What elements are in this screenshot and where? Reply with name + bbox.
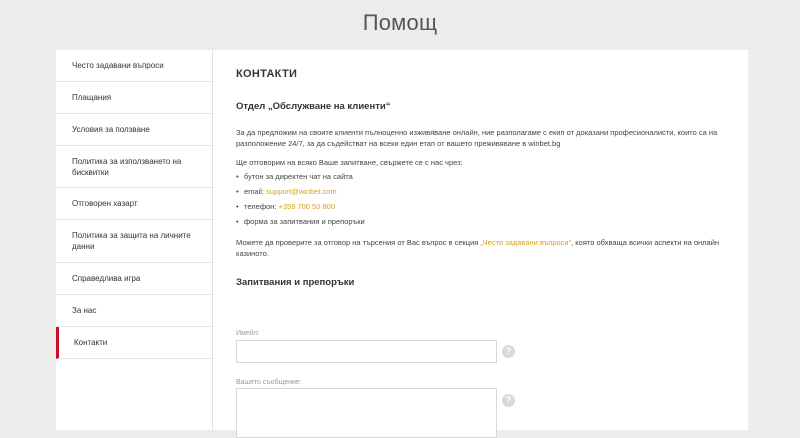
email-help-icon[interactable]: ?	[502, 345, 515, 358]
sidebar-item-responsible-gaming[interactable]: Отговорен хазарт	[56, 188, 212, 220]
department-title: Отдел „Обслужване на клиенти“	[236, 101, 391, 112]
sidebar-item-label: Често задавани въпроси	[72, 61, 164, 70]
sidebar-item-fair-play[interactable]: Справедлива игра	[56, 263, 212, 295]
sidebar-item-privacy[interactable]: Политика за защита на личните данни	[56, 220, 212, 263]
sidebar-item-label: Политика за използването на бисквитки	[72, 156, 182, 177]
form-title: Запитвания и препоръки	[236, 277, 355, 288]
sidebar-item-label: За нас	[72, 306, 97, 315]
sidebar-item-label: Отговорен хазарт	[72, 199, 138, 208]
message-field[interactable]	[236, 388, 497, 438]
support-phone-link[interactable]: +359 700 50 800	[278, 201, 335, 216]
message-field-label: Вашето съобщение:	[236, 379, 302, 386]
list-item: • телефон: +359 700 50 800	[236, 201, 365, 216]
sidebar-item-label: Контакти	[74, 338, 108, 347]
content-panel: КОНТАКТИ Отдел „Обслужване на клиенти“ З…	[213, 50, 748, 438]
sidebar-item-label: Плащания	[72, 93, 112, 102]
support-email-link[interactable]: support@winbet.com	[266, 186, 337, 201]
email-field[interactable]	[236, 340, 497, 363]
sidebar-item-label: Справедлива игра	[72, 274, 141, 283]
sidebar-item-about[interactable]: За нас	[56, 295, 212, 327]
sidebar-item-label: Условия за ползване	[72, 125, 150, 134]
help-sidebar: Често задавани въпроси Плащания Условия …	[56, 50, 213, 430]
email-field-label: Имейл:	[236, 330, 260, 337]
message-help-icon[interactable]: ?	[502, 394, 515, 407]
sidebar-item-terms[interactable]: Условия за ползване	[56, 114, 212, 146]
list-item: • email: support@winbet.com	[236, 186, 365, 201]
list-item: • бутон за директен чат на сайта	[236, 172, 353, 181]
section-title: КОНТАКТИ	[236, 68, 298, 80]
list-item: • форма за запитвания и препоръки	[236, 217, 365, 226]
sidebar-item-contacts[interactable]: Контакти	[56, 327, 212, 359]
intro-text: За да предложим на своите клиенти пълноц…	[236, 128, 718, 148]
contact-lead-text: Ще отговорим на всяко Ваше запитване, св…	[236, 158, 463, 167]
page-title: Помощ	[362, 10, 438, 35]
contact-methods-list: • бутон за директен чат на сайта • email: …	[236, 171, 365, 231]
faq-link[interactable]: „Често задавани въпроси“	[480, 238, 571, 247]
sidebar-item-faq[interactable]: Често задавани въпроси	[56, 50, 212, 82]
sidebar-item-payments[interactable]: Плащания	[56, 82, 212, 114]
faq-reference-text: Можете да проверите за отговор на търсен…	[236, 238, 720, 258]
sidebar-item-cookies[interactable]: Политика за използването на бисквитки	[56, 146, 212, 188]
sidebar-item-label: Политика за защита на личните данни	[72, 231, 191, 251]
